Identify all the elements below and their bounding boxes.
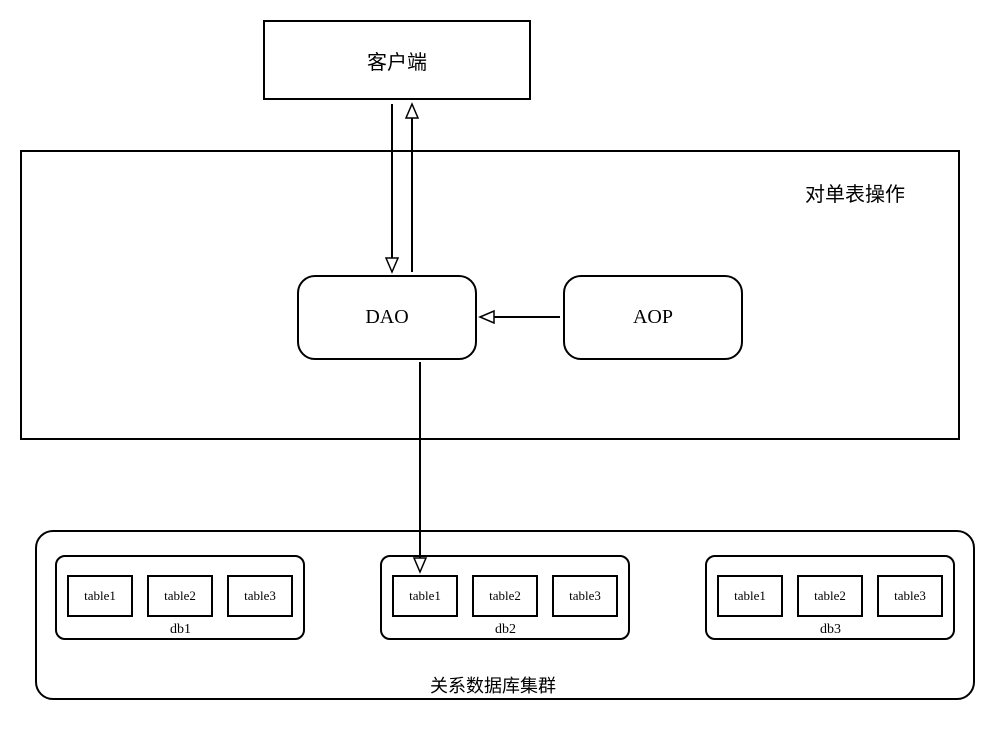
db2-table3: table3 (552, 575, 618, 617)
single-table-op-label: 对单表操作 (805, 178, 905, 207)
db3-table2: table2 (797, 575, 863, 617)
db1-name: db1 (170, 622, 191, 638)
db3-table1: table1 (717, 575, 783, 617)
dao-box: DAO (297, 275, 477, 360)
db2-table2: table2 (472, 575, 538, 617)
db2-name: db2 (495, 622, 516, 638)
db1-table3: table3 (227, 575, 293, 617)
db1-table1: table1 (67, 575, 133, 617)
db1-table2-label: table2 (164, 588, 196, 604)
db3-table3-label: table3 (894, 588, 926, 604)
db2-table3-label: table3 (569, 588, 601, 604)
db3-name: db3 (820, 622, 841, 638)
client-box: 客户端 (263, 20, 531, 100)
db2-table1-label: table1 (409, 588, 441, 604)
cluster-label: 关系数据库集群 (430, 672, 556, 698)
db3-table3: table3 (877, 575, 943, 617)
db2-table1: table1 (392, 575, 458, 617)
db1-table2: table2 (147, 575, 213, 617)
aop-label: AOP (633, 306, 673, 329)
db1-table1-label: table1 (84, 588, 116, 604)
db1-table3-label: table3 (244, 588, 276, 604)
db3-table1-label: table1 (734, 588, 766, 604)
aop-box: AOP (563, 275, 743, 360)
db2-table2-label: table2 (489, 588, 521, 604)
db3-table2-label: table2 (814, 588, 846, 604)
client-label: 客户端 (367, 46, 427, 75)
dao-label: DAO (365, 306, 408, 329)
